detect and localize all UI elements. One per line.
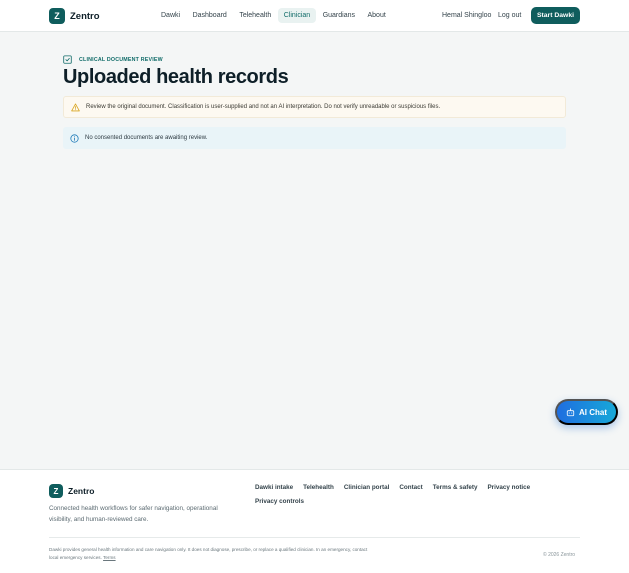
nav-item-telehealth[interactable]: Telehealth [233,8,277,23]
footer-link-telehealth[interactable]: Telehealth [303,484,334,491]
footer-link-clinician-portal[interactable]: Clinician portal [344,484,389,491]
site-footer: Z Zentro Connected health workflows for … [0,469,629,573]
nav-item-about[interactable]: About [362,8,392,23]
footer-disclaimer: Dawki provides general health informatio… [49,546,369,561]
user-name[interactable]: Hemal Shingloo [442,12,491,19]
footer-links: Dawki intake Telehealth Clinician portal… [255,484,545,512]
footer-link-privacy-notice[interactable]: Privacy notice [487,484,530,491]
ai-chat-label: AI Chat [579,407,607,417]
info-banner: No consented documents are awaiting revi… [63,127,566,149]
eyebrow-label: CLINICAL DOCUMENT REVIEW [79,56,163,63]
warning-triangle-icon [71,102,80,111]
disclaimer-text: Dawki provides general health informatio… [49,547,368,560]
brand-name: Zentro [70,10,100,22]
main-nav: Dawki Dashboard Telehealth Clinician Gua… [155,8,392,23]
nav-item-dawki[interactable]: Dawki [155,8,186,23]
nav-item-dashboard[interactable]: Dashboard [187,8,233,23]
brand-logo[interactable]: Z Zentro [49,8,100,24]
section-eyebrow: CLINICAL DOCUMENT REVIEW [63,55,163,64]
ai-chat-button[interactable]: AI Chat [555,399,618,425]
footer-link-contact[interactable]: Contact [399,484,422,491]
footer-link-terms-safety[interactable]: Terms & safety [433,484,478,491]
top-navigation-bar: Z Zentro Dawki Dashboard Telehealth Clin… [0,0,629,32]
robot-icon [566,407,575,416]
nav-item-guardians[interactable]: Guardians [317,8,361,23]
footer-link-privacy-controls[interactable]: Privacy controls [255,498,304,505]
footer-divider [49,537,580,538]
logo-mark-icon: Z [49,8,65,24]
footer-brand-logo[interactable]: Z Zentro [49,484,94,498]
logout-link[interactable]: Log out [498,12,521,19]
footer-link-dawki-intake[interactable]: Dawki intake [255,484,293,491]
page-title: Uploaded health records [63,66,289,88]
start-dawki-button[interactable]: Start Dawki [531,7,580,24]
footer-brand-name: Zentro [68,486,95,496]
terms-link[interactable]: Terms [103,555,116,560]
footer-logo-mark-icon: Z [49,484,63,498]
warning-banner: Review the original document. Classifica… [63,96,566,118]
info-text: No consented documents are awaiting revi… [85,135,208,141]
footer-tagline: Connected health workflows for safer nav… [49,505,218,523]
warning-text: Review the original document. Classifica… [86,104,441,110]
info-circle-icon [70,133,79,143]
clipboard-check-icon [63,55,72,64]
copyright-text: © 2026 Zentro [543,552,576,558]
nav-item-clinician[interactable]: Clinician [277,8,317,23]
